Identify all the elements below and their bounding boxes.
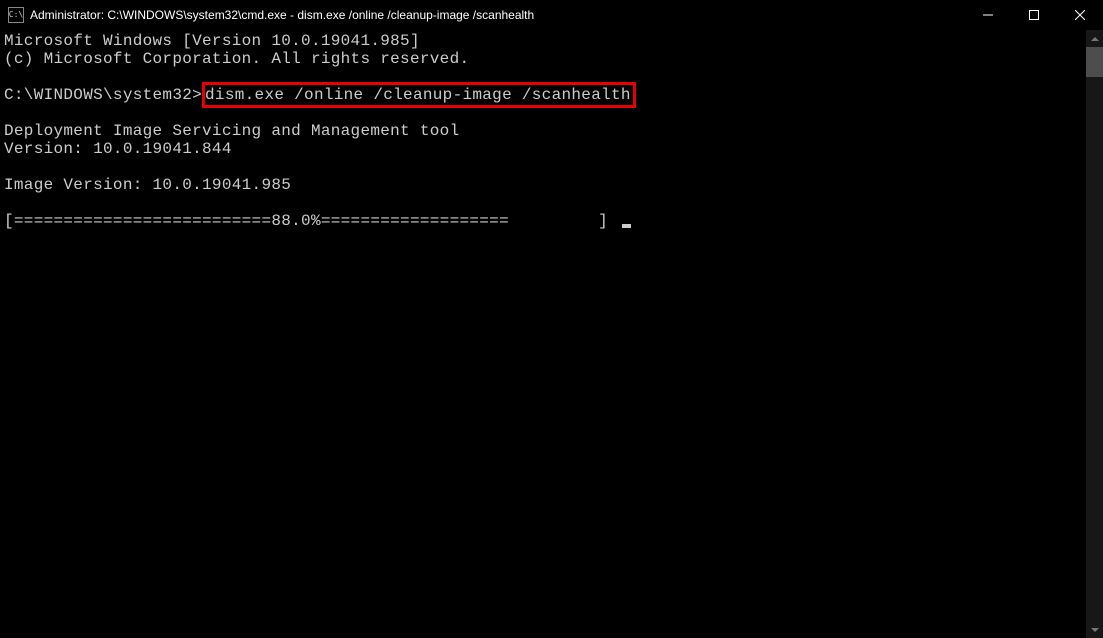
minimize-button[interactable] (965, 0, 1011, 30)
cmd-icon: C:\ (8, 7, 24, 23)
scroll-down-arrow-icon[interactable] (1086, 621, 1103, 638)
output-line: Deployment Image Servicing and Managemen… (4, 122, 459, 140)
output-line: Microsoft Windows [Version 10.0.19041.98… (4, 32, 420, 50)
maximize-button[interactable] (1011, 0, 1057, 30)
maximize-icon (1029, 10, 1039, 20)
close-button[interactable] (1057, 0, 1103, 30)
command-highlight: dism.exe /online /cleanup-image /scanhea… (202, 82, 636, 108)
scroll-up-arrow-icon[interactable] (1086, 30, 1103, 47)
window-controls (965, 0, 1103, 30)
scroll-thumb[interactable] (1086, 47, 1103, 77)
prompt-line: C:\WINDOWS\system32>dism.exe /online /cl… (4, 82, 636, 108)
progress-line: [==========================88.0%========… (4, 212, 631, 230)
prompt-text: C:\WINDOWS\system32> (4, 86, 202, 104)
output-line: (c) Microsoft Corporation. All rights re… (4, 50, 469, 68)
vertical-scrollbar[interactable] (1086, 30, 1103, 638)
command-text: dism.exe /online /cleanup-image /scanhea… (205, 86, 631, 104)
terminal-output[interactable]: Microsoft Windows [Version 10.0.19041.98… (0, 30, 1086, 638)
window-title: Administrator: C:\WINDOWS\system32\cmd.e… (30, 8, 965, 22)
titlebar[interactable]: C:\ Administrator: C:\WINDOWS\system32\c… (0, 0, 1103, 30)
progress-bar: [==========================88.0%========… (4, 212, 618, 230)
cmd-window: C:\ Administrator: C:\WINDOWS\system32\c… (0, 0, 1103, 638)
output-line: Version: 10.0.19041.844 (4, 140, 232, 158)
output-line: Image Version: 10.0.19041.985 (4, 176, 291, 194)
close-icon (1075, 10, 1085, 20)
minimize-icon (983, 10, 993, 20)
terminal-area: Microsoft Windows [Version 10.0.19041.98… (0, 30, 1103, 638)
cursor-icon (622, 224, 631, 228)
